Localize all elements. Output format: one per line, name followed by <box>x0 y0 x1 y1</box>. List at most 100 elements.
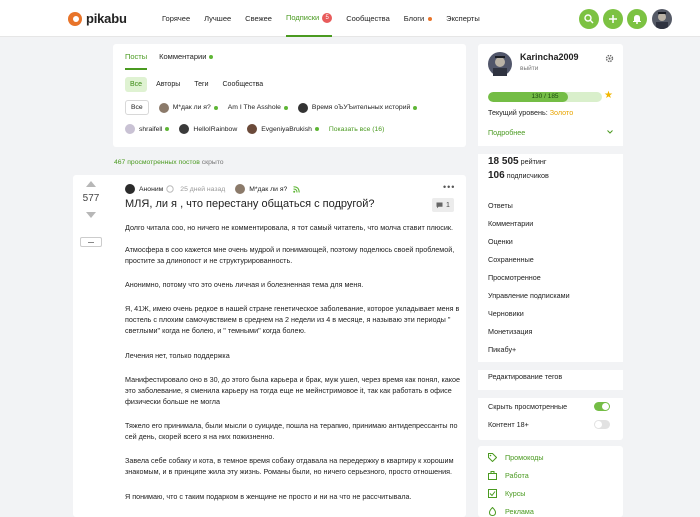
level-value: Золото <box>549 108 574 117</box>
jobs-link[interactable]: Работа <box>488 471 529 480</box>
level-info: Текущий уровень: Золото <box>488 108 574 117</box>
logout-link[interactable]: выйти <box>520 65 579 72</box>
sidebar-item-viewed[interactable]: Просмотренное <box>488 273 541 282</box>
sidebar-item-answers[interactable]: Ответы <box>488 201 513 210</box>
create-post-button[interactable] <box>603 9 623 29</box>
post-paragraph: Я, 41Ж, имею очень редкое в нашей стране… <box>125 304 460 335</box>
comment-icon <box>436 202 443 208</box>
tag-icon <box>488 453 497 462</box>
top-header: pikabu Горячее Лучшее Свежее Подписки 5 С… <box>0 0 700 37</box>
sidebar-item-pikabu-plus[interactable]: Пикабу+ <box>488 345 516 354</box>
sidebar-item-saved[interactable]: Сохраненные <box>488 255 534 264</box>
sidebar-avatar[interactable] <box>488 52 512 76</box>
community-avatar <box>297 102 308 113</box>
level-progress: 130 / 185 <box>488 92 602 102</box>
edit-tags-link[interactable]: Редактирование тегов <box>488 372 562 381</box>
show-all-link[interactable]: Показать все (16) <box>329 126 384 133</box>
nav-experts[interactable]: Эксперты <box>446 0 480 37</box>
filter-tags[interactable]: Теги <box>189 77 213 92</box>
sub-chip[interactable]: shraifell <box>125 124 170 134</box>
post-rating: 577 <box>82 193 100 204</box>
user-avatar[interactable] <box>652 9 672 29</box>
author-avatar <box>125 184 135 194</box>
post-paragraph: Лечения нет, только поддержка <box>125 351 230 360</box>
gear-icon[interactable] <box>605 54 614 63</box>
more-link[interactable]: Подробнее <box>488 128 525 137</box>
ads-link[interactable]: Реклама <box>488 507 534 516</box>
main-nav: Горячее Лучшее Свежее Подписки 5 Сообщест… <box>162 0 494 37</box>
post-paragraph: Манифестировало оно в 30, до этого была … <box>125 375 460 406</box>
nav-fresh[interactable]: Свежее <box>245 0 272 37</box>
downvote-icon[interactable] <box>86 212 96 218</box>
feed-filters: Все Авторы Теги Сообщества <box>125 77 272 92</box>
post-community[interactable]: М*дак ли я? <box>249 186 287 193</box>
post-more-icon[interactable]: ••• <box>443 182 455 192</box>
sub-chip[interactable]: Время оЪУЪительных историй <box>297 102 418 113</box>
sub-chip-all[interactable]: Все <box>125 100 149 115</box>
fire-icon <box>488 507 497 516</box>
content18-toggle[interactable] <box>594 420 610 429</box>
post-paragraph: Завела себе собаку и кота, в темное врем… <box>125 456 454 476</box>
post-time: 25 дней назад <box>180 185 226 193</box>
filter-communities[interactable]: Сообщества <box>218 77 269 92</box>
sidebar-divider <box>478 390 623 398</box>
search-icon <box>584 14 594 24</box>
nav-best[interactable]: Лучшее <box>204 0 231 37</box>
sidebar-item-monetization[interactable]: Монетизация <box>488 327 532 336</box>
subscribers-stat: 106 подписчиков <box>488 170 549 181</box>
sub-chip[interactable]: HelloIRainbow <box>179 124 237 134</box>
content18-label: Контент 18+ <box>488 420 529 429</box>
nav-communities[interactable]: Сообщества <box>346 0 390 37</box>
sidebar-item-comments[interactable]: Комментарии <box>488 219 533 228</box>
rating-stat: 18 505 рейтинг <box>488 156 547 167</box>
post-title[interactable]: МЛЯ, ли я , что перестану общаться с под… <box>125 198 375 210</box>
chevron-down-icon[interactable] <box>607 130 613 134</box>
sub-chip[interactable]: М*дак ли я? <box>158 102 218 113</box>
filter-all[interactable]: Все <box>125 77 148 92</box>
pikabu-logo[interactable]: pikabu <box>68 11 127 26</box>
viewed-posts-note: 467 просмотренных постов скрыто <box>114 159 224 166</box>
search-button[interactable] <box>579 9 599 29</box>
comments-count-badge[interactable]: 1 <box>432 198 454 212</box>
sidebar-item-ratings[interactable]: Оценки <box>488 237 513 246</box>
sidebar-username[interactable]: Karincha2009 <box>520 52 579 62</box>
courses-link[interactable]: Курсы <box>488 489 525 498</box>
author-avatar <box>179 124 190 134</box>
community-avatar <box>158 102 169 113</box>
tab-comments[interactable]: Комментарии <box>159 52 214 70</box>
community-avatar <box>235 184 246 194</box>
filter-authors[interactable]: Авторы <box>151 77 185 92</box>
sub-chip[interactable]: EvgeniyaBrukish <box>247 124 319 134</box>
hide-viewed-label: Скрыть просмотренные <box>488 402 568 411</box>
plus-icon <box>609 15 617 23</box>
promo-codes-link[interactable]: Промокоды <box>488 453 544 462</box>
progress-label: 130 / 185 <box>531 93 559 100</box>
upvote-icon[interactable] <box>86 181 96 187</box>
hide-post-button[interactable] <box>80 237 102 247</box>
post-paragraph: Долго читала соо, но ничего не комментир… <box>125 223 453 232</box>
post-paragraph: Тяжело его принимала, были мысли о суици… <box>125 421 458 441</box>
star-icon: ★ <box>604 90 613 101</box>
hide-viewed-toggle[interactable] <box>594 402 610 411</box>
subscriptions-row-2: shraifell HelloIRainbow EvgeniyaBrukish … <box>125 124 384 134</box>
new-dot <box>209 55 214 60</box>
sidebar-item-drafts[interactable]: Черновики <box>488 309 524 318</box>
anonymous-icon <box>166 185 174 193</box>
sidebar-user: Karincha2009 выйти <box>488 52 579 76</box>
post-paragraph: Я понимаю, что с таким подарком в женщин… <box>125 492 412 501</box>
post-paragraph: Анонимно, потому что это очень личная и … <box>125 280 364 289</box>
author-avatar <box>125 124 135 134</box>
vote-block: 577 <box>74 175 108 218</box>
tab-posts[interactable]: Посты <box>125 52 148 70</box>
sub-chip[interactable]: Am I The Asshole <box>228 104 288 111</box>
feed-tabs: Посты Комментарии <box>125 52 225 70</box>
notifications-button[interactable] <box>627 9 647 29</box>
nav-blogs[interactable]: Блоги <box>404 0 433 37</box>
nav-hot[interactable]: Горячее <box>162 0 190 37</box>
sidebar-item-manage-subs[interactable]: Управление подписками <box>488 291 570 300</box>
briefcase-icon <box>488 471 497 480</box>
sidebar-divider <box>478 146 623 154</box>
courses-icon <box>488 489 497 498</box>
post-author[interactable]: Аноним <box>139 186 163 193</box>
nav-subscriptions[interactable]: Подписки 5 <box>285 0 333 37</box>
